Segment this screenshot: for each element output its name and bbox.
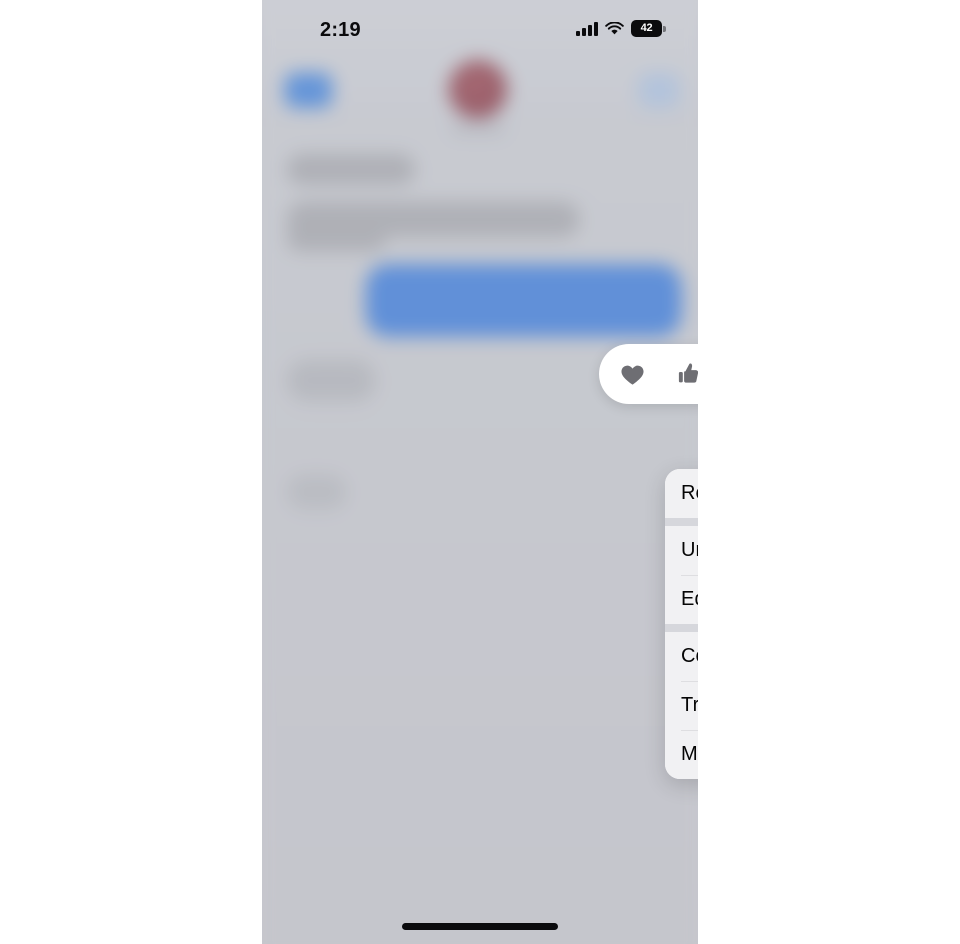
menu-item-label: Translate xyxy=(681,694,698,716)
tapback-reaction-bar[interactable]: HA HA !! ? xyxy=(599,344,698,404)
message-context-menu[interactable]: Reply Undo Send xyxy=(665,469,698,779)
heart-icon[interactable] xyxy=(610,351,656,397)
battery-level-label: 42 xyxy=(640,22,653,34)
home-indicator[interactable] xyxy=(402,923,558,930)
screenshot-canvas: 2:19 42 R U E C Tr M xyxy=(0,0,960,944)
status-bar: 2:19 42 xyxy=(262,0,698,56)
menu-item-undo-send[interactable]: Undo Send xyxy=(665,526,698,575)
battery-cap xyxy=(663,25,666,32)
menu-item-more[interactable]: More... xyxy=(665,730,698,779)
status-indicators: 42 xyxy=(576,20,666,37)
thumbs-up-icon[interactable] xyxy=(665,351,699,397)
status-time: 2:19 xyxy=(320,19,361,41)
menu-item-reply[interactable]: Reply xyxy=(665,469,698,518)
menu-group-actions: Copy Translate A xyxy=(665,632,698,779)
menu-item-label: Undo Send xyxy=(681,539,698,561)
modal-scrim[interactable] xyxy=(262,0,698,944)
menu-group-reply: Reply xyxy=(665,469,698,518)
menu-item-label: More... xyxy=(681,743,698,765)
menu-item-edit[interactable]: Edit xyxy=(665,575,698,624)
phone-screen: 2:19 42 R U E C Tr M xyxy=(262,0,698,944)
menu-item-translate[interactable]: Translate A 文 xyxy=(665,681,698,730)
menu-group-edit: Undo Send Edit xyxy=(665,526,698,624)
wifi-icon xyxy=(605,20,624,36)
menu-item-label: Reply xyxy=(681,482,698,504)
battery-icon: 42 xyxy=(631,20,666,37)
menu-item-label: Copy xyxy=(681,645,698,667)
menu-item-copy[interactable]: Copy xyxy=(665,632,698,681)
cellular-signal-icon xyxy=(576,21,598,36)
menu-item-label: Edit xyxy=(681,588,698,610)
